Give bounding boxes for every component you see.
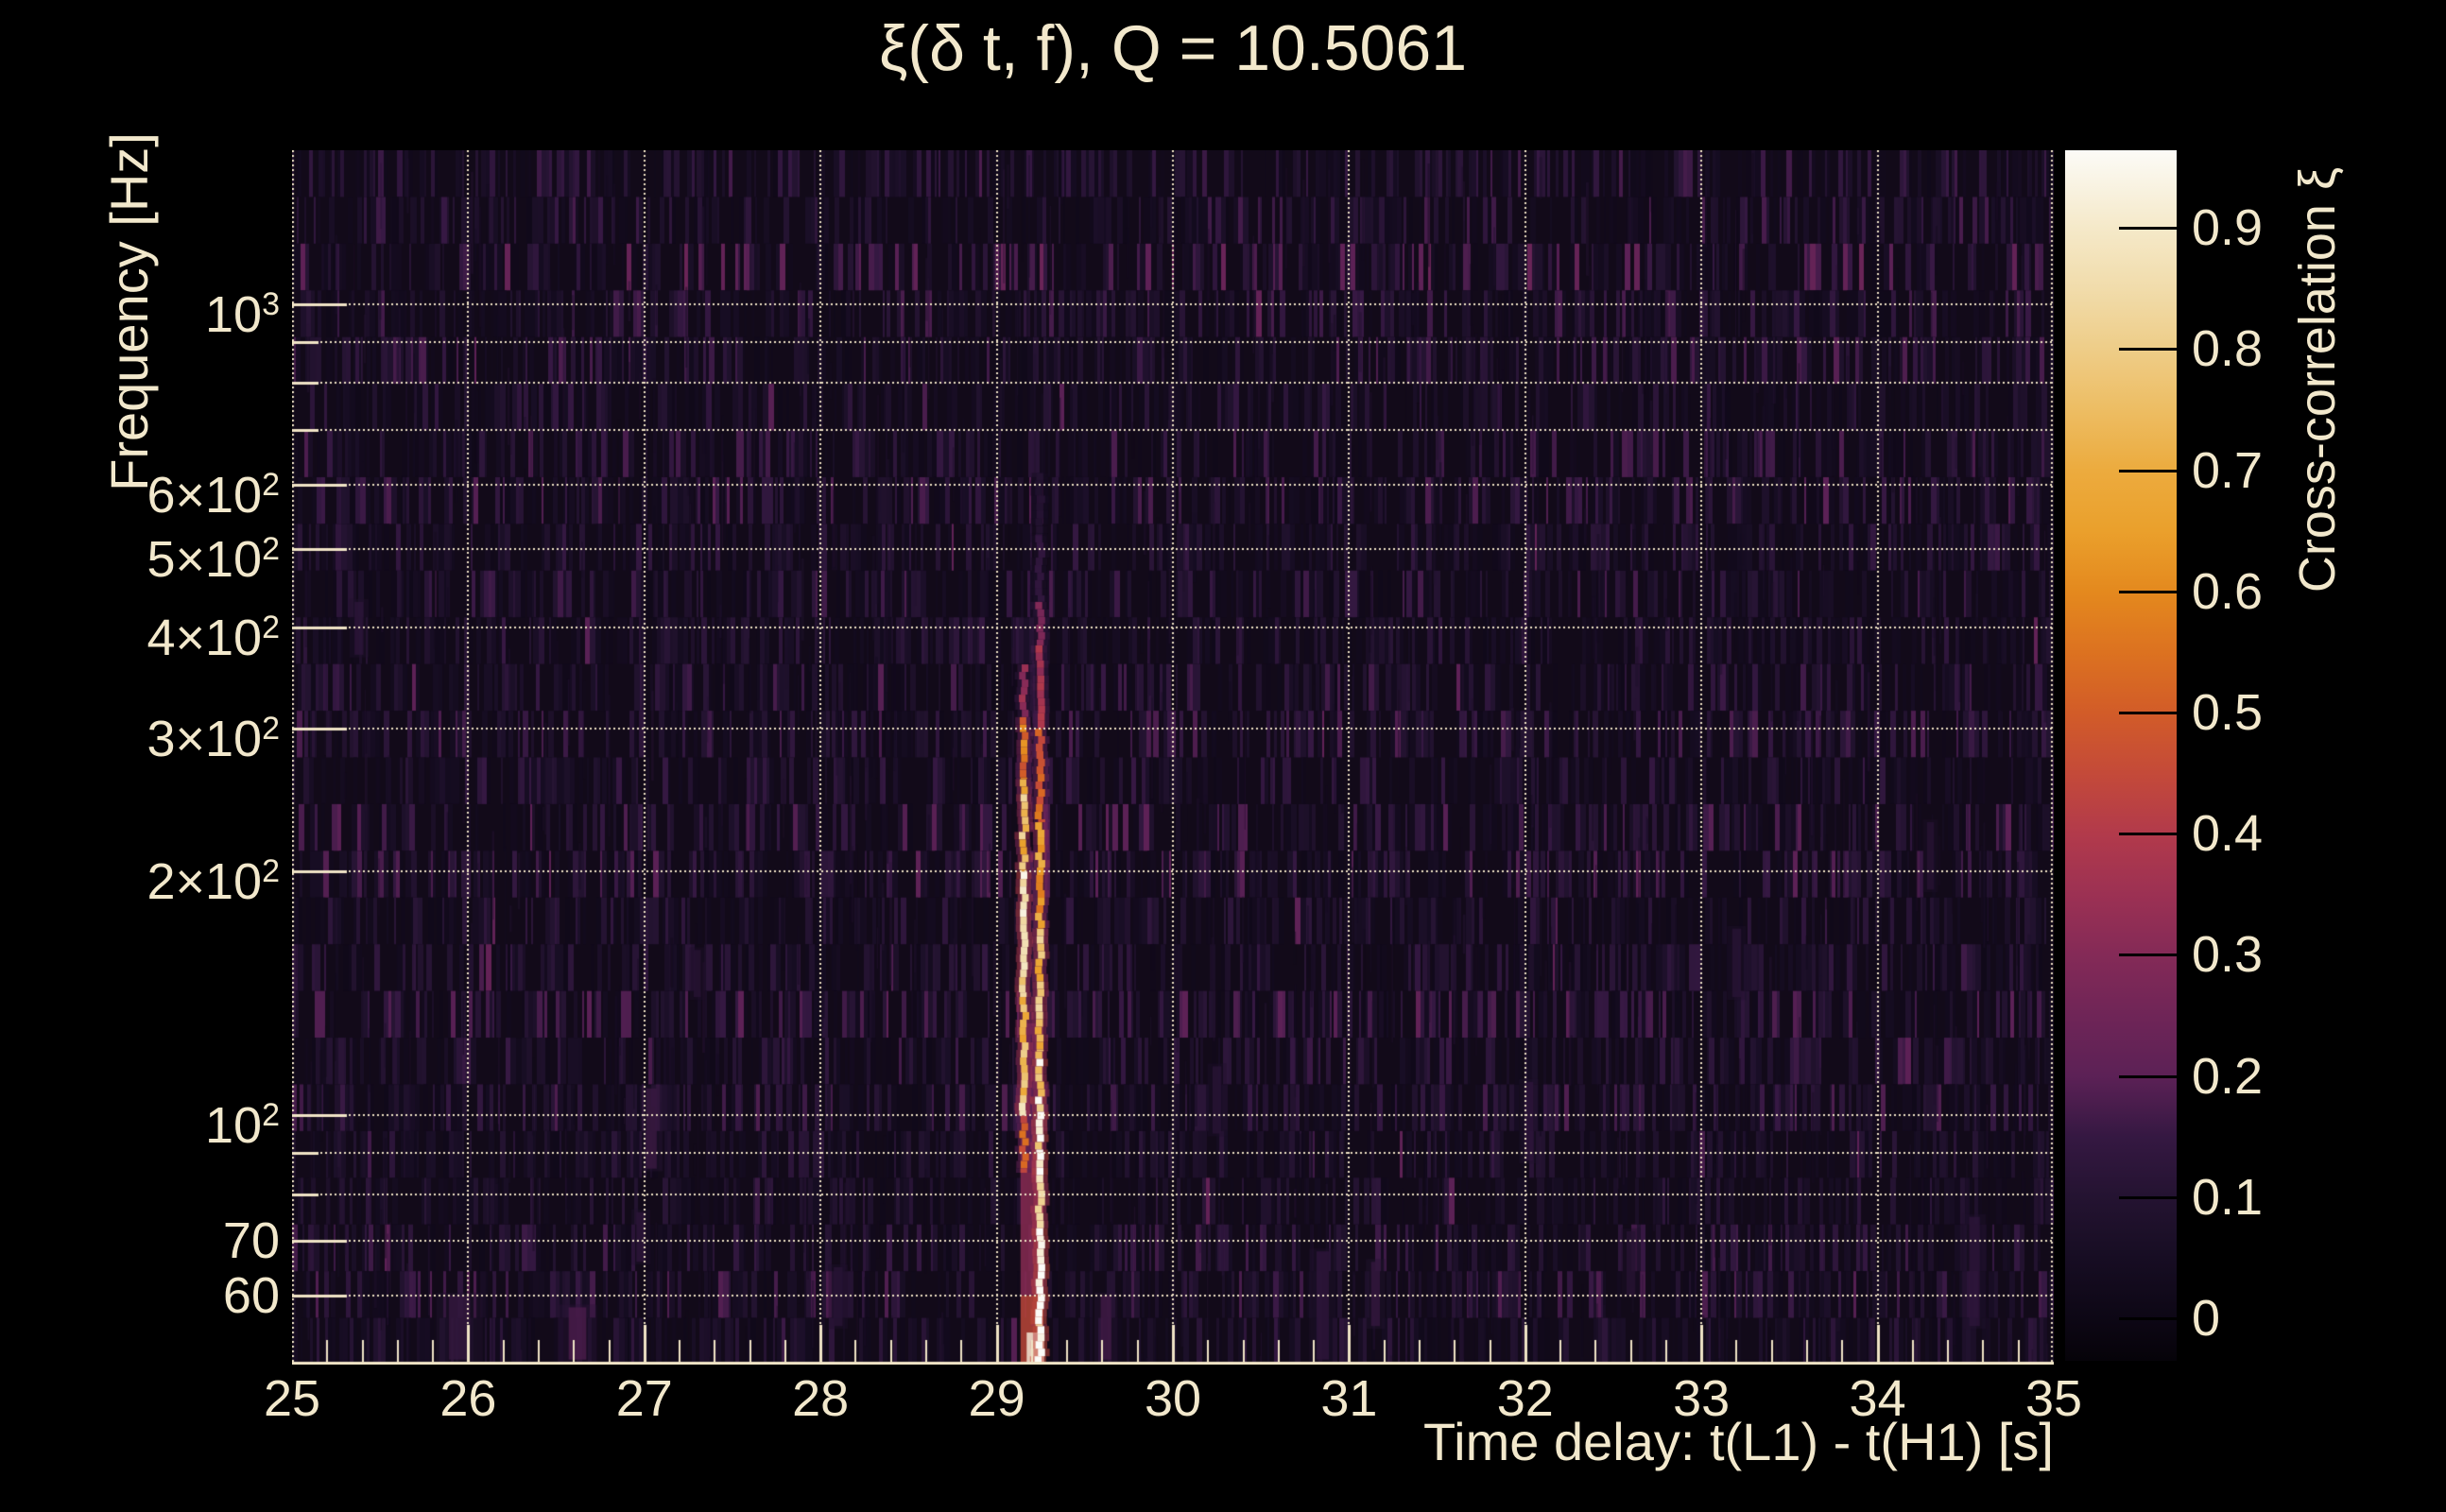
plot-area: [292, 150, 2054, 1365]
colorbar-tick: [2119, 1317, 2177, 1321]
colorbar-tick-label: 0.4: [2192, 805, 2264, 863]
x-tick-label: 25: [263, 1370, 321, 1427]
colorbar-tick: [2119, 711, 2177, 714]
y-tick-label: 70: [222, 1212, 280, 1270]
colorbar-tick: [2119, 227, 2177, 231]
figure: ξ(δ t, f), Q = 10.5061 Frequency [Hz] 10…: [0, 0, 2446, 1512]
x-tick-label: 29: [968, 1370, 1025, 1427]
x-axis-title: Time delay: t(L1) - t(H1) [s]: [1423, 1412, 2054, 1471]
colorbar-tick-label: 0.1: [2192, 1168, 2264, 1226]
colorbar-title: Cross-correlation ξ: [2289, 166, 2346, 593]
x-tick-label: 26: [439, 1370, 497, 1427]
colorbar-tick-label: 0.7: [2192, 441, 2264, 499]
y-tick-label: 60: [222, 1266, 280, 1324]
y-tick-label: 3×102: [146, 711, 280, 767]
plot-title: ξ(δ t, f), Q = 10.5061: [878, 12, 1468, 84]
x-tick-label: 27: [615, 1370, 673, 1427]
x-tick-label: 30: [1144, 1370, 1202, 1427]
colorbar-tick: [2119, 833, 2177, 836]
colorbar-tick-label: 0.9: [2192, 199, 2264, 257]
y-tick-label: 5×102: [146, 530, 280, 588]
heatmap-canvas: [292, 150, 2054, 1365]
y-tick-label: 4×102: [146, 609, 280, 666]
colorbar-tick-label: 0.2: [2192, 1047, 2264, 1105]
colorbar-tick: [2119, 590, 2177, 593]
colorbar-tick-label: 0: [2192, 1290, 2221, 1348]
y-tick-label: 2×102: [146, 853, 280, 911]
colorbar-tick-label: 0.6: [2192, 562, 2264, 620]
colorbar-tick-label: 0.8: [2192, 320, 2264, 378]
y-tick-label: 103: [205, 286, 280, 344]
colorbar-tick: [2119, 1195, 2177, 1199]
x-tick-label: 31: [1320, 1370, 1378, 1427]
colorbar: [2065, 150, 2177, 1361]
colorbar-tick-label: 0.5: [2192, 683, 2264, 741]
colorbar-tick: [2119, 1074, 2177, 1078]
y-tick-label: 102: [205, 1097, 280, 1155]
colorbar-tick-label: 0.3: [2192, 926, 2264, 984]
x-tick-label: 28: [792, 1370, 850, 1427]
colorbar-tick: [2119, 954, 2177, 957]
colorbar-tick: [2119, 348, 2177, 352]
y-tick-label: 6×102: [146, 466, 280, 524]
colorbar-tick: [2119, 469, 2177, 472]
